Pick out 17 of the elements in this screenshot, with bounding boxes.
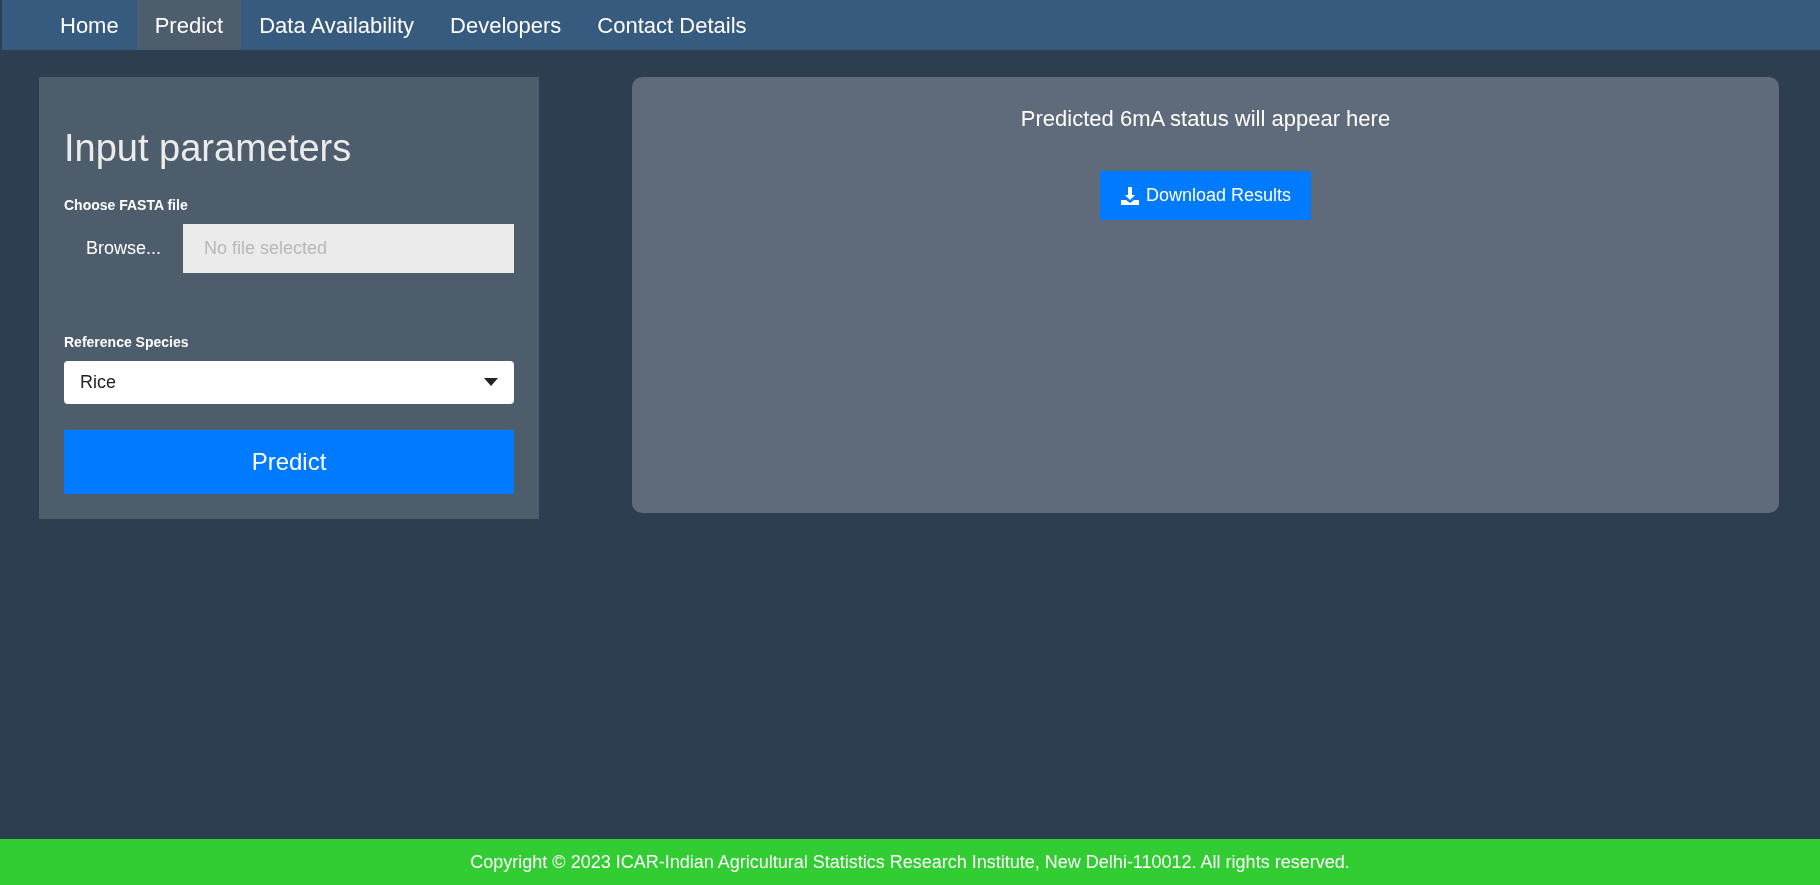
species-dropdown[interactable]: Rice: [64, 360, 514, 404]
panel-title: Input parameters: [64, 126, 353, 171]
browse-button[interactable]: Browse...: [64, 223, 183, 273]
field-label: Reference Species: [64, 332, 190, 352]
nav-tab[interactable]: Predict: [136, 0, 242, 50]
nav-tab[interactable]: Developers: [432, 0, 580, 50]
status-message: Predicted 6mA status will appear here: [1020, 105, 1391, 133]
nav-tab[interactable]: Home: [42, 0, 137, 50]
nav-tab[interactable]: Data Availability: [241, 0, 433, 50]
predict-button[interactable]: Predict: [64, 429, 514, 494]
dropdown-value: Rice: [80, 370, 116, 394]
nav-tab[interactable]: Contact Details: [579, 0, 765, 50]
download-icon: [1119, 185, 1140, 206]
caret-icon: [484, 378, 498, 386]
copyright-text: Copyright © 2023 ICAR-Indian Agricultural Statistics Research Institute, New Delhi-110012. All rights reserved.: [470, 850, 1350, 874]
field-label: Choose FASTA file: [64, 195, 189, 215]
download-button[interactable]: Download Results: [1099, 171, 1312, 220]
